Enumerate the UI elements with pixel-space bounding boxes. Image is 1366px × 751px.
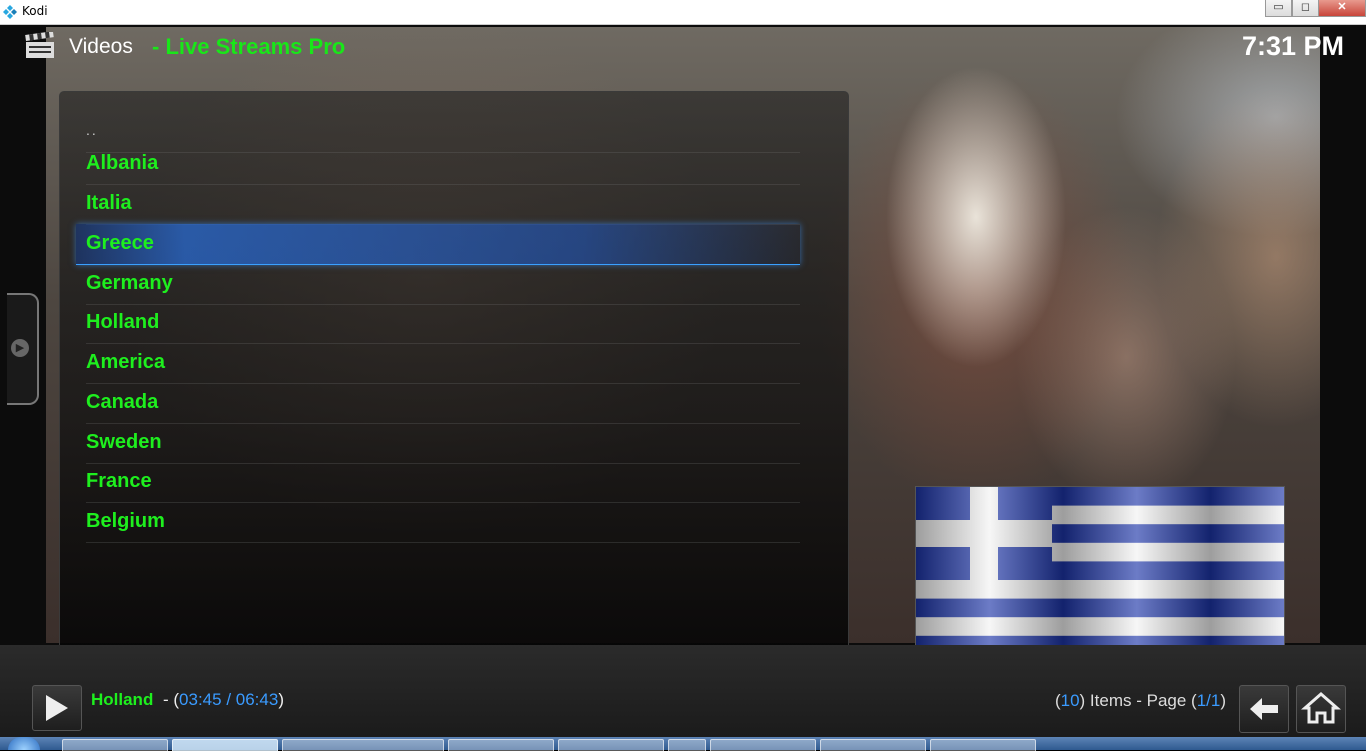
list-item[interactable]: Italia	[86, 184, 800, 225]
maximize-button[interactable]: ◻	[1292, 0, 1319, 17]
list-item[interactable]: France	[86, 462, 800, 503]
list-item[interactable]: Germany	[86, 264, 800, 305]
taskbar-item[interactable]	[820, 739, 926, 751]
list-item-label: Greece	[86, 232, 154, 254]
list-item-label: America	[86, 351, 165, 373]
page-number: 1/1	[1196, 691, 1221, 710]
taskbar-item[interactable]	[282, 739, 444, 751]
play-button[interactable]	[32, 685, 82, 731]
home-button[interactable]	[1296, 685, 1346, 733]
close-button[interactable]: ✕	[1318, 0, 1366, 17]
chevron-right-icon: ▶	[11, 339, 29, 357]
list-item-label: France	[86, 470, 152, 492]
list-item[interactable]: Sweden	[86, 423, 800, 464]
back-arrow-icon	[1250, 698, 1278, 720]
list-item-label: Albania	[86, 152, 159, 174]
window-title: Kodi	[22, 4, 48, 18]
file-list-panel: .. Albania Italia Greece Germany Holland…	[59, 91, 849, 677]
list-item-label: Germany	[86, 272, 173, 294]
greece-flag-image	[916, 487, 1284, 655]
taskbar-item[interactable]	[558, 739, 664, 751]
items-page-info: (10) Items - Page (1/1)	[1054, 691, 1226, 710]
start-button[interactable]	[8, 737, 40, 750]
back-button[interactable]	[1239, 685, 1289, 733]
list-item-label: Italia	[86, 192, 132, 214]
list-item-label: Holland	[86, 311, 160, 333]
taskbar-item[interactable]	[930, 739, 1036, 751]
addon-title: - Live Streams Pro	[152, 34, 346, 59]
list-item-label: Sweden	[86, 431, 162, 453]
taskbar-item[interactable]	[448, 739, 554, 751]
play-icon	[46, 695, 68, 721]
list-item-focused[interactable]: Greece	[76, 224, 800, 265]
taskbar-item[interactable]	[710, 739, 816, 751]
clock: 7:31 PM	[1241, 31, 1344, 61]
list-item-label: ..	[86, 122, 98, 138]
clapperboard-icon	[25, 32, 54, 58]
list-item-label: Canada	[86, 391, 159, 413]
list-item[interactable]: Holland	[86, 303, 800, 344]
list-item[interactable]: Albania	[86, 144, 800, 185]
total-duration: 06:43	[235, 690, 279, 709]
list-item[interactable]: America	[86, 343, 800, 384]
elapsed-time: 03:45	[179, 690, 222, 709]
greece-flag-thumbnail	[915, 486, 1285, 656]
now-playing-time: - (03:45 / 06:43)	[163, 690, 284, 709]
now-playing-title: Holland	[91, 690, 154, 709]
window-titlebar: Kodi ▭ ◻ ✕	[0, 0, 1366, 25]
list-item-label: Belgium	[86, 510, 165, 532]
taskbar-item-active[interactable]	[172, 739, 278, 751]
side-menu-tab[interactable]: ▶	[7, 293, 39, 405]
home-icon	[1301, 692, 1341, 724]
kodi-logo-icon	[3, 5, 17, 19]
item-count: 10	[1060, 691, 1080, 710]
minimize-button[interactable]: ▭	[1265, 0, 1292, 17]
list-item[interactable]: Canada	[86, 383, 800, 424]
kodi-main: ▶ Videos - Live Streams Pro 7:31 PM .. A…	[0, 25, 1366, 737]
taskbar-item[interactable]	[62, 739, 168, 751]
windows-taskbar	[0, 737, 1366, 751]
section-title: Videos	[69, 35, 133, 58]
taskbar-item[interactable]	[668, 739, 706, 751]
list-item[interactable]: Belgium	[86, 502, 800, 543]
